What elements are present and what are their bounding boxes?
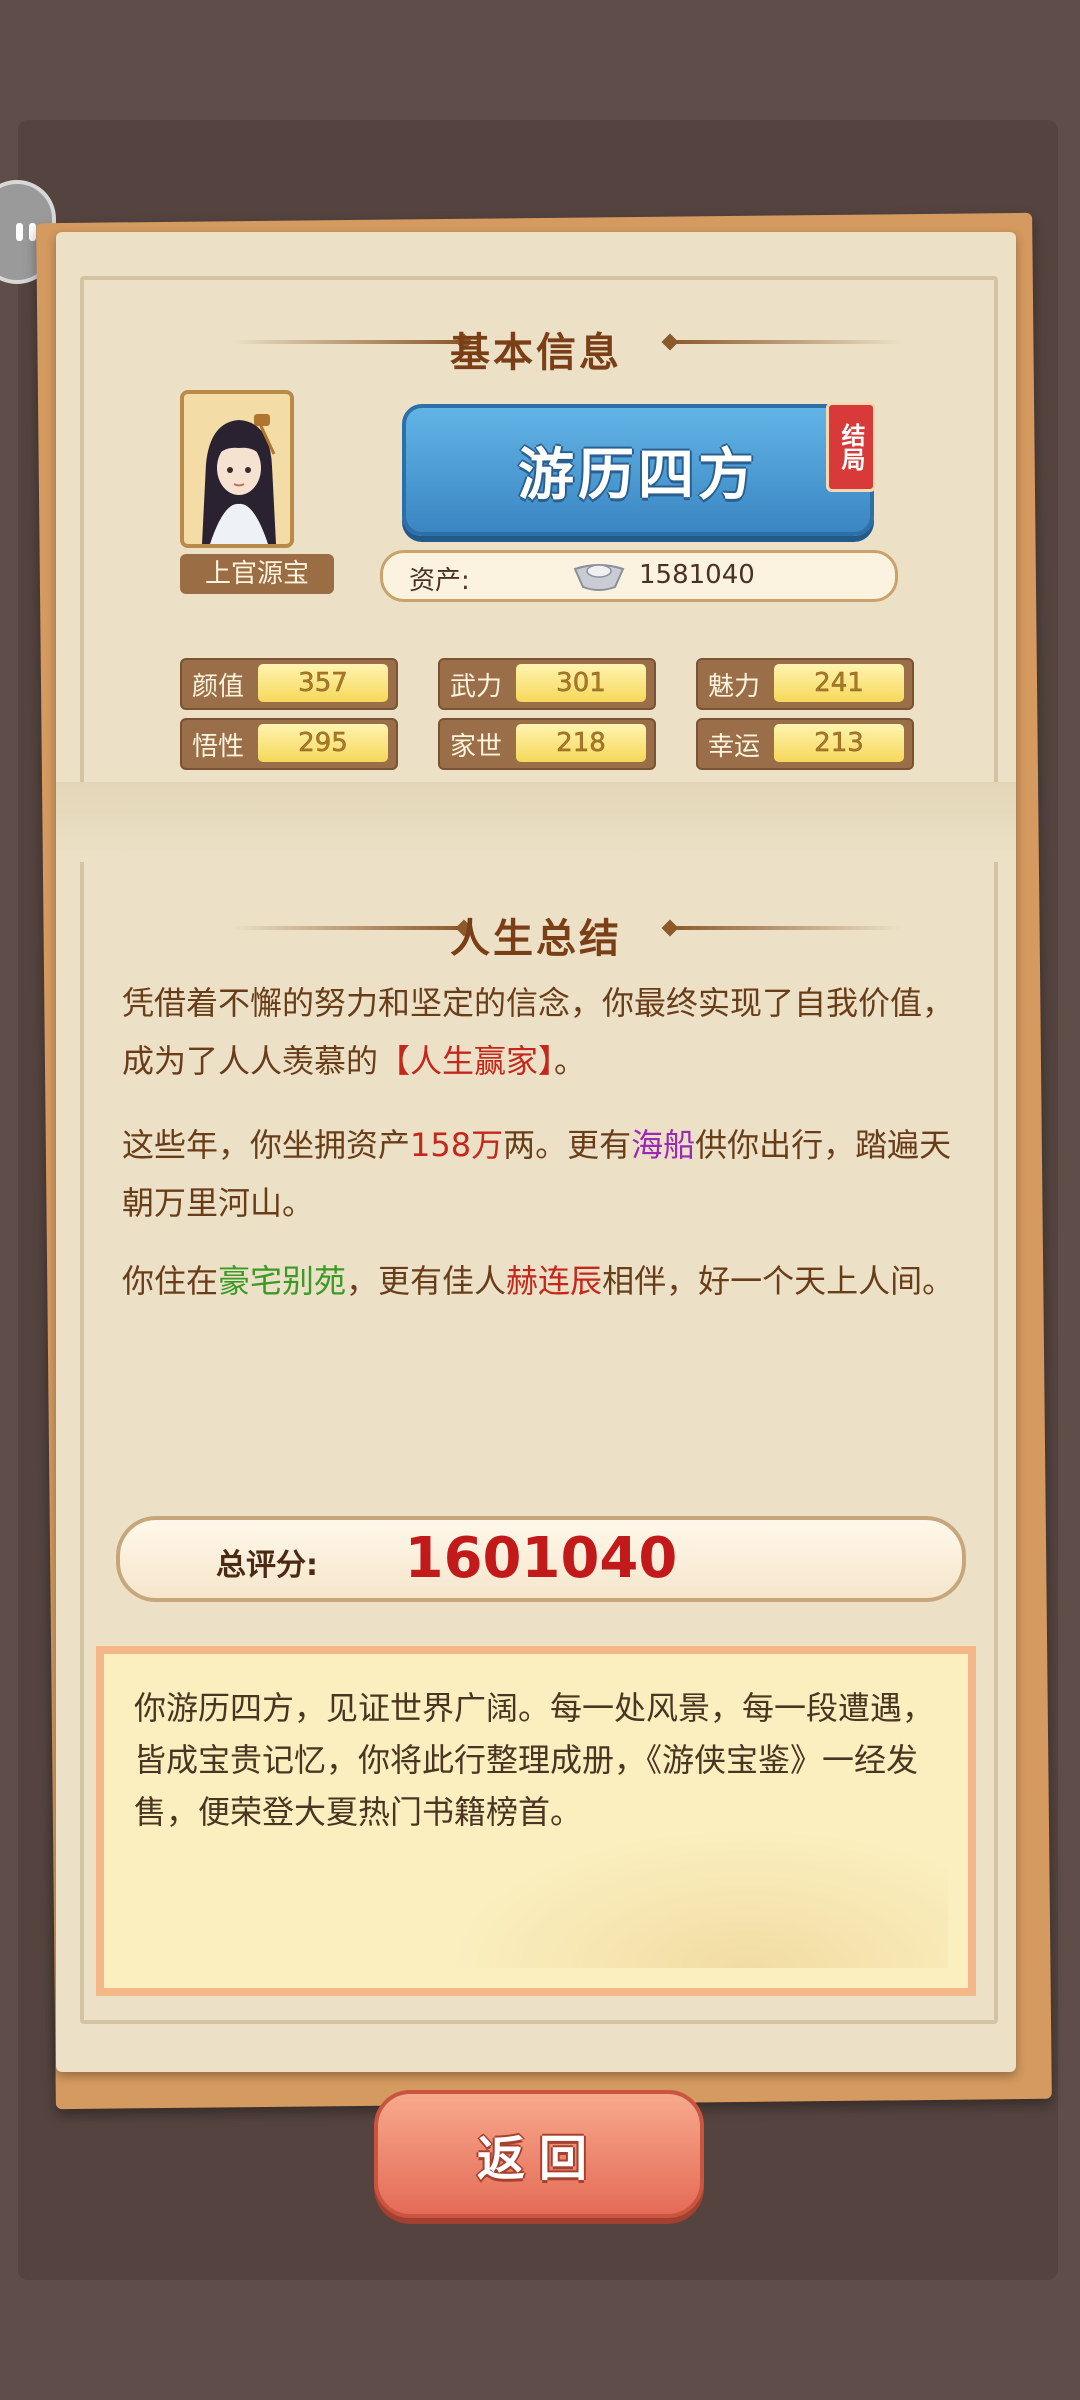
panel-divider bbox=[56, 782, 1016, 862]
wealth-highlight: 158万 bbox=[410, 1126, 504, 1164]
summary-text: 你住在 bbox=[122, 1262, 219, 1300]
assets-value: 1581040 bbox=[639, 560, 755, 590]
stat-martial: 武力 301 bbox=[438, 658, 656, 710]
pause-icon bbox=[16, 223, 36, 241]
stat-charm: 魅力 241 bbox=[696, 658, 914, 710]
stat-label: 家世 bbox=[450, 732, 503, 762]
residence-highlight: 豪宅别苑 bbox=[218, 1262, 347, 1300]
summary-text: 这些年，你坐拥资产 bbox=[122, 1126, 411, 1164]
ending-badge: 结局 bbox=[826, 402, 876, 492]
stat-value: 218 bbox=[516, 724, 646, 762]
basic-info-title: 基本信息 bbox=[450, 330, 622, 376]
assets-label: 资产: bbox=[409, 566, 470, 596]
life-summary-title: 人生总结 bbox=[450, 916, 622, 962]
partner-highlight: 赫连辰 bbox=[506, 1262, 603, 1300]
silver-ingot-icon bbox=[571, 559, 627, 598]
character-avatar[interactable] bbox=[180, 390, 294, 548]
stat-insight: 悟性 295 bbox=[180, 718, 398, 770]
stat-value: 295 bbox=[258, 724, 388, 762]
stat-appearance: 颜值 357 bbox=[180, 658, 398, 710]
ending-epilogue-box: 你游历四方，见证世界广阔。每一处风景，每一段遭遇，皆成宝贵记忆，你将此行整理成册… bbox=[96, 1646, 976, 1996]
stat-label: 悟性 bbox=[192, 732, 245, 762]
summary-text: ，更有佳人 bbox=[346, 1262, 507, 1300]
stat-family: 家世 218 bbox=[438, 718, 656, 770]
assets-bar: 资产: 1581040 bbox=[380, 550, 898, 602]
stat-label: 魅力 bbox=[708, 672, 761, 702]
vehicle-highlight: 海船 bbox=[631, 1126, 696, 1164]
stat-value: 301 bbox=[516, 664, 646, 702]
stat-value: 241 bbox=[774, 664, 904, 702]
ending-title-button[interactable]: 游历四方 bbox=[402, 404, 874, 536]
summary-paragraph: 这些年，你坐拥资产158万两。更有海船供你出行，踏遍天朝万里河山。 bbox=[122, 1116, 962, 1232]
stat-value: 357 bbox=[258, 664, 388, 702]
ending-badge-label: 结局 bbox=[837, 423, 865, 471]
mountain-decoration bbox=[448, 1828, 948, 1968]
summary-text: 两。更有 bbox=[503, 1126, 632, 1164]
title-rule-right bbox=[672, 926, 902, 930]
character-name: 上官源宝 bbox=[180, 554, 334, 594]
stat-label: 颜值 bbox=[192, 672, 245, 702]
ending-epilogue-text: 你游历四方，见证世界广阔。每一处风景，每一段遭遇，皆成宝贵记忆，你将此行整理成册… bbox=[134, 1689, 935, 1831]
summary-text: 相伴，好一个天上人间。 bbox=[602, 1262, 955, 1300]
stat-value: 213 bbox=[774, 724, 904, 762]
title-rule-right bbox=[672, 340, 902, 344]
back-button[interactable]: 返回 bbox=[374, 2090, 704, 2218]
total-score-bar: 总评分: 1601040 bbox=[116, 1516, 966, 1602]
summary-paragraph: 你住在豪宅别苑，更有佳人赫连辰相伴，好一个天上人间。 bbox=[122, 1252, 962, 1310]
stat-label: 武力 bbox=[450, 672, 503, 702]
summary-text: 。 bbox=[554, 1042, 587, 1080]
stat-label: 幸运 bbox=[708, 732, 761, 762]
title-highlight: 【人生赢家】 bbox=[378, 1042, 555, 1080]
result-panel: 基本信息 上官源宝 游历四方 结局 资产: 1581040 颜值 357 武力 … bbox=[56, 232, 1016, 2072]
stat-luck: 幸运 213 bbox=[696, 718, 914, 770]
summary-paragraph: 凭借着不懈的努力和坚定的信念，你最终实现了自我价值，成为了人人羡慕的【人生赢家】… bbox=[122, 974, 962, 1090]
character-portrait-icon bbox=[184, 394, 290, 544]
total-score-value: 1601040 bbox=[404, 1526, 678, 1591]
